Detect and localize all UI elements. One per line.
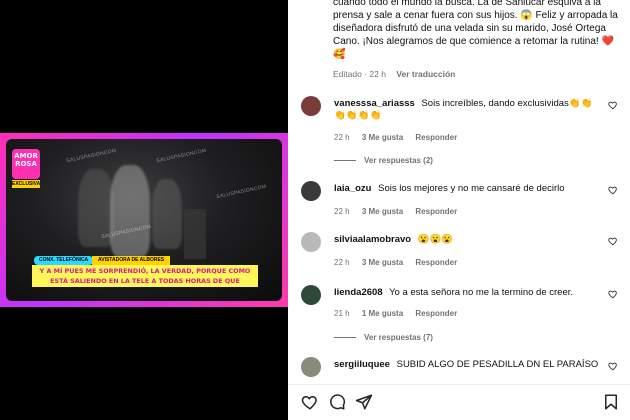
reply-button[interactable]: Responder — [415, 133, 457, 142]
comment-icon[interactable] — [328, 393, 346, 411]
comment-likes[interactable]: 3 Me gusta — [362, 207, 403, 216]
comment-text: 😮😮😮 — [417, 234, 454, 245]
see-translation-link[interactable]: Ver traducción — [396, 69, 455, 79]
comment-time: 22 h — [334, 133, 350, 142]
quote-line-2: ESTÁ SALIENDO EN LA TELE A TODAS HORAS D… — [50, 277, 240, 285]
comment-likes[interactable]: 3 Me gusta — [362, 258, 403, 267]
comment-text: Yo a esta señora no me la termino de cre… — [389, 287, 574, 298]
comment-text: Sois los mejores y no me cansaré de deci… — [378, 183, 565, 194]
comment-body: vanesssa_ariasss Sois increíbles, dando … — [334, 98, 604, 122]
view-replies-label: Ver respuestas (2) — [364, 156, 433, 165]
reply-button[interactable]: Responder — [415, 309, 457, 318]
comment-body: laia_ozu Sois los mejores y no me cansar… — [334, 183, 604, 195]
view-replies-button[interactable]: Ver respuestas (7) — [334, 333, 433, 342]
comment-time: 22 h — [334, 207, 350, 216]
share-icon[interactable] — [355, 393, 373, 411]
comment-username[interactable]: lienda2608 — [334, 287, 383, 298]
show-logo: AMOR ROSA — [12, 149, 40, 179]
quote-line-1: Y A MÍ PUES ME SORPRENDIÓ, LA VERDAD, PO… — [39, 267, 251, 275]
watermark: SALUSPASIONCOM — [215, 183, 267, 201]
comment-username[interactable]: vanesssa_ariasss — [334, 98, 415, 109]
comment-username[interactable]: silviaalamobravo — [334, 234, 411, 245]
comment-meta: 22 h 3 Me gusta Responder — [334, 258, 467, 267]
comment-body: silviaalamobravo 😮😮😮 — [334, 234, 604, 246]
post-caption: cuando todo el mundo la busca. La de San… — [333, 0, 618, 60]
heart-icon[interactable] — [608, 185, 618, 195]
reply-button[interactable]: Responder — [415, 207, 457, 216]
video-frame[interactable]: SALUSPASIONCOM SALUSPASIONCOM SALUSPASIO… — [0, 133, 288, 307]
comments-panel[interactable]: cuando todo el mundo la busca. La de San… — [288, 0, 630, 420]
comment-username[interactable]: sergiiluquee — [334, 359, 390, 370]
door-frame — [184, 209, 206, 259]
avatar[interactable] — [301, 181, 321, 201]
heart-icon[interactable] — [608, 361, 618, 371]
comment-meta: 22 h 3 Me gusta Responder — [334, 207, 467, 216]
quote-subtitle: Y A MÍ PUES ME SORPRENDIÓ, LA VERDAD, PO… — [32, 265, 258, 287]
comment-meta: 22 h 3 Me gusta Responder — [334, 133, 467, 142]
heart-icon[interactable] — [608, 236, 618, 246]
view-replies-label: Ver respuestas (7) — [364, 333, 433, 342]
avatar[interactable] — [301, 232, 321, 252]
replies-divider — [334, 337, 356, 339]
comment-time: 21 h — [334, 309, 350, 318]
avatar[interactable] — [301, 285, 321, 305]
avatar[interactable] — [301, 96, 321, 116]
comment-username[interactable]: laia_ozu — [334, 183, 372, 194]
heart-icon[interactable] — [608, 100, 618, 110]
comment-body: lienda2608 Yo a esta señora no me la ter… — [334, 287, 604, 299]
caption-meta: Editado · 22 h Ver traducción — [333, 69, 455, 79]
watermark: SALUSPASIONCOM — [65, 147, 117, 165]
replies-divider — [334, 160, 356, 162]
heart-icon[interactable] — [301, 393, 319, 411]
comment-meta: 21 h 1 Me gusta Responder — [334, 309, 467, 318]
comment-time: 22 h — [334, 258, 350, 267]
video-still: SALUSPASIONCOM SALUSPASIONCOM SALUSPASIO… — [6, 139, 282, 301]
comment-likes[interactable]: 1 Me gusta — [362, 309, 403, 318]
post-action-bar — [288, 384, 630, 420]
figure-center — [110, 165, 150, 257]
watermark: SALUSPASIONCOM — [155, 147, 207, 165]
bookmark-icon[interactable] — [602, 393, 620, 411]
phone-call-tag: CONX. TELEFÓNICA — [34, 256, 94, 265]
heart-icon[interactable] — [608, 289, 618, 299]
caller-name-tag: AVISTADORA DE ALBORES — [92, 256, 171, 265]
edited-time: Editado · 22 h — [333, 69, 386, 79]
comment-likes[interactable]: 3 Me gusta — [362, 133, 403, 142]
reply-button[interactable]: Responder — [415, 258, 457, 267]
comment-text: SUBID ALGO DE PESADILLA DN EL PARAÍSO — [396, 359, 599, 370]
comment-body: sergiiluquee SUBID ALGO DE PESADILLA DN … — [334, 359, 604, 371]
post-media[interactable]: SALUSPASIONCOM SALUSPASIONCOM SALUSPASIO… — [0, 0, 288, 420]
exclusive-tag: EXCLUSIVA — [12, 180, 41, 188]
figure-right — [152, 179, 182, 249]
view-replies-button[interactable]: Ver respuestas (2) — [334, 156, 433, 165]
avatar[interactable] — [301, 357, 321, 377]
